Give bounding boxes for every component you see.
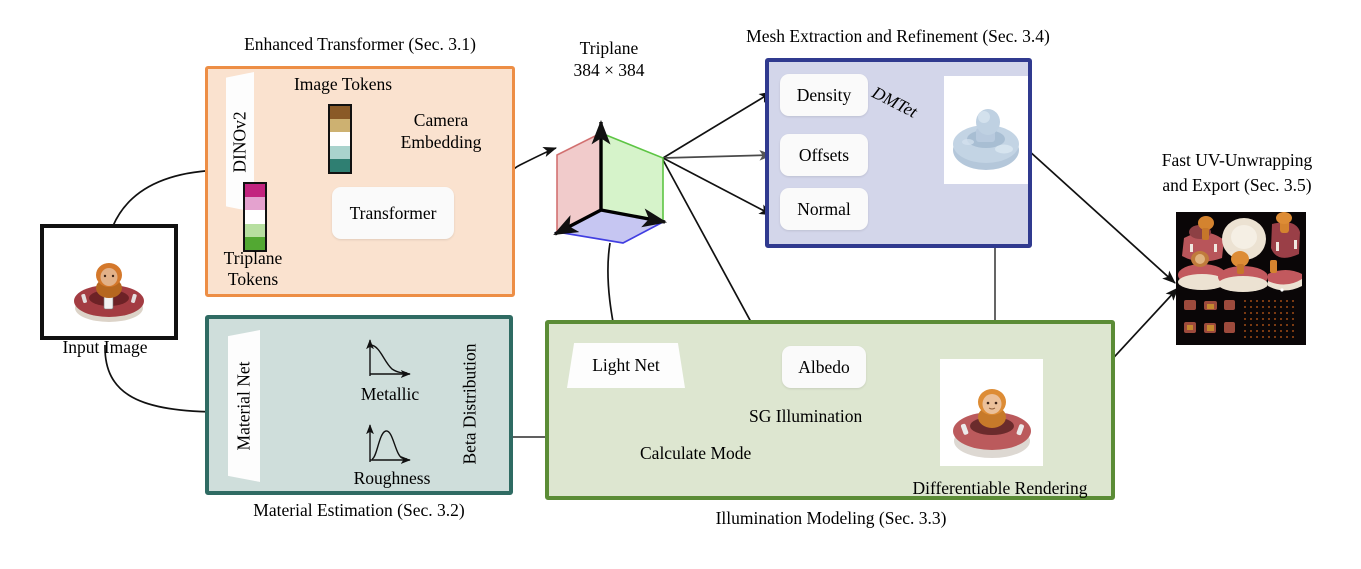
triplane-axes-graphic	[545, 100, 675, 245]
density-node[interactable]: Density	[780, 74, 868, 116]
triplane-token-segment-2	[245, 210, 265, 224]
triplane-resolution: 384 × 384	[573, 60, 645, 80]
differentiable-rendering-label: Differentiable Rendering	[912, 478, 1088, 498]
triplane-tokens-strip	[243, 182, 267, 252]
offsets-label: Offsets	[798, 144, 850, 165]
camera-embedding-label-line1: Camera	[413, 110, 469, 130]
normal-label: Normal	[797, 198, 851, 219]
uv-atlas-image	[1176, 212, 1306, 345]
calculate-mode-label: Calculate Mode	[640, 443, 752, 463]
albedo-node[interactable]: Albedo	[782, 346, 866, 388]
mesh-preview-image	[944, 76, 1028, 184]
light-net-label: Light Net	[592, 355, 660, 375]
triplane-tokens-label-line1: Triplane	[223, 248, 283, 268]
offsets-node[interactable]: Offsets	[780, 134, 868, 176]
illumination-modeling-caption: Illumination Modeling (Sec. 3.3)	[715, 508, 947, 528]
image-token-segment-1	[330, 119, 350, 133]
input-image-caption: Input Image	[62, 337, 148, 357]
roughness-label: Roughness	[353, 468, 431, 488]
density-label: Density	[796, 84, 852, 105]
image-tokens-strip	[328, 104, 352, 174]
triplane-token-segment-1	[245, 197, 265, 211]
figure-canvas: Input Image Enhanced Transformer (Sec. 3…	[0, 0, 1361, 569]
light-net-block[interactable]: Light Net	[567, 343, 685, 388]
image-tokens-label: Image Tokens	[293, 74, 393, 94]
normal-node[interactable]: Normal	[780, 188, 868, 230]
render-preview-image	[940, 359, 1043, 466]
input-image	[40, 224, 178, 340]
image-token-segment-2	[330, 132, 350, 146]
triplane-token-segment-0	[245, 184, 265, 198]
metallic-curve-plot	[362, 336, 414, 380]
metallic-label: Metallic	[360, 384, 420, 404]
camera-embedding-label-line2: Embedding	[400, 132, 482, 152]
uv-export-caption-line2: and Export (Sec. 3.5)	[1162, 175, 1312, 195]
material-net-block[interactable]: Material Net	[228, 330, 260, 482]
triplane-title: Triplane	[579, 38, 639, 58]
transformer-label: Transformer	[349, 202, 437, 223]
uv-export-caption-line1: Fast UV-Unwrapping	[1161, 150, 1313, 170]
image-token-segment-0	[330, 106, 350, 120]
albedo-label: Albedo	[798, 356, 850, 377]
image-token-segment-4	[330, 158, 350, 173]
dinov2-label: DINOv2	[229, 111, 250, 173]
roughness-curve-plot	[362, 420, 414, 466]
material-net-label: Material Net	[233, 361, 254, 451]
material-estimation-caption: Material Estimation (Sec. 3.2)	[253, 500, 465, 520]
triplane-token-segment-3	[245, 223, 265, 237]
sg-illumination-label: SG Illumination	[749, 406, 863, 426]
enhanced-transformer-caption: Enhanced Transformer (Sec. 3.1)	[244, 34, 476, 54]
triplane-tokens-label-line2: Tokens	[227, 269, 279, 289]
mesh-extraction-caption: Mesh Extraction and Refinement (Sec. 3.4…	[746, 26, 1050, 46]
transformer-node[interactable]: Transformer	[332, 187, 454, 239]
beta-distribution-label: Beta Distribution	[459, 343, 480, 465]
image-token-segment-3	[330, 145, 350, 159]
